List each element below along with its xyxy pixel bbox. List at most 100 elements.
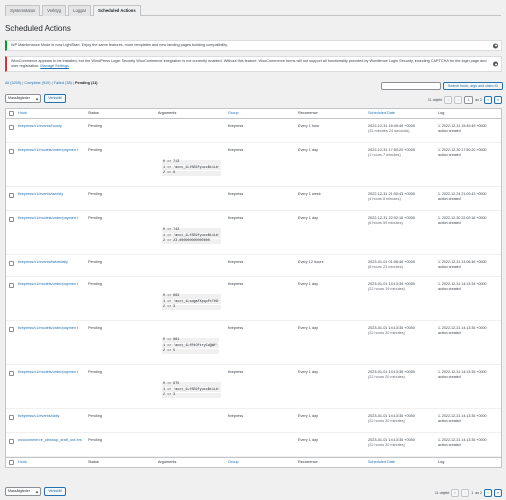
row-checkbox[interactable] — [9, 415, 14, 420]
row-checkbox[interactable] — [9, 439, 14, 444]
bulk-actions-label: Massåtgärder — [8, 489, 30, 493]
hook-link[interactable]: woocommerce_cleanup_draft_ord ers — [18, 438, 82, 443]
tab-verktyg[interactable]: Verktyg — [42, 5, 67, 16]
select-all-checkbox[interactable] — [9, 460, 14, 465]
last-page-button[interactable]: » — [494, 488, 502, 497]
log-date: 1. 2022-12-31 13:06:46 +0000 — [438, 260, 487, 264]
row-checkbox[interactable] — [9, 193, 14, 198]
group-text: fivepress — [228, 282, 244, 286]
scheduled-date: 2022-12-31 21:00:43 +0000 (4 hours 8 minu… — [368, 192, 415, 202]
search-button[interactable]: Search hook, args and claim ID — [443, 82, 503, 90]
recurrence-text: Every 1 day — [298, 326, 319, 330]
log-entry: 1. 2022-12-30 22:02:16 +0000 action creat… — [438, 216, 486, 225]
log-message: action created — [438, 330, 461, 335]
argument-value: 2 => 8 — [162, 171, 221, 176]
arguments-list: 0 => 861 1 => 'acct_1LfRtOFtryCdQWf' 2 => … — [162, 338, 219, 355]
select-all-checkbox[interactable] — [9, 111, 14, 116]
gear-icon[interactable] — [493, 61, 498, 67]
bulk-actions-select-bottom[interactable]: Massåtgärder — [5, 487, 41, 496]
nav-tabs: Systemstatus Verktyg Loggar Scheduled Ac… — [5, 5, 501, 16]
status-text: Pending — [88, 282, 102, 286]
log-date: 1. 2022-12-31 14:13:35 +0000 — [438, 438, 487, 442]
scheduled-date: 2023-01-01 01:06:46 +0000 (8 hours 23 min… — [368, 260, 415, 270]
last-page-button[interactable]: » — [494, 95, 502, 104]
notice-text: WP Maintenance Mode is now LightStart. E… — [11, 43, 228, 47]
recurrence-text: Every 1 day — [298, 216, 319, 220]
scheduled-date: 2022-12-31 17:50:20 +0000 (1 hours 7 minu… — [368, 148, 415, 158]
row-checkbox[interactable] — [9, 327, 14, 332]
argument-value: 2 => 5 — [162, 349, 219, 354]
scheduled-date: 2023-01-01 14:13:35 +0000 (22 hours 20 mi… — [368, 414, 415, 424]
hook-link[interactable]: fivepress/v1/models/order/paymen t — [18, 370, 82, 375]
hook-link[interactable]: fivepress/v1/models/order/paymen t — [18, 282, 82, 287]
actions-table: Hook Status Arguments Group Recurrence S… — [5, 108, 502, 468]
prev-page-button[interactable]: ‹ — [461, 488, 470, 497]
first-page-button[interactable]: « — [451, 488, 460, 497]
recurrence-text: Every 1 day — [298, 370, 319, 374]
group-text: fivepress — [228, 192, 244, 196]
argument-value: 0 => 861 — [162, 338, 219, 343]
log-message: action created — [438, 196, 461, 201]
hook-link[interactable]: fivepress/v1/models/order/paymen t — [18, 326, 82, 331]
group-text: fivepress — [228, 414, 244, 418]
row-checkbox[interactable] — [9, 371, 14, 376]
scheduled-relative: (6 hours 59 minutes) — [368, 221, 403, 225]
tab-scheduled-actions[interactable]: Scheduled Actions — [93, 5, 141, 16]
row-checkbox[interactable] — [9, 149, 14, 154]
table-row: fivepress/v1/events/hourly Pending fivepre… — [6, 119, 501, 143]
status-text: Pending — [88, 260, 102, 264]
column-hook[interactable]: Hook — [18, 111, 27, 116]
column-scheduled-date[interactable]: Scheduled Date — [368, 460, 395, 465]
gear-icon[interactable] — [493, 43, 498, 48]
column-hook[interactable]: Hook — [18, 460, 27, 465]
hook-link[interactable]: fivepress/v1/events/daily — [18, 414, 82, 419]
next-page-button[interactable]: › — [484, 95, 492, 104]
manage-settings-link[interactable]: Manage Settings — [40, 64, 69, 68]
hook-link[interactable]: fivepress/v1/events/hourly — [18, 124, 82, 129]
column-scheduled-date[interactable]: Scheduled Date — [368, 111, 395, 116]
table-row: fivepress/v1/events/weekly Pending fivepre… — [6, 187, 501, 211]
argument-value: 0 => 742 — [162, 228, 221, 233]
status-text: Pending — [88, 438, 102, 442]
log-message: action created — [438, 128, 461, 133]
column-recurrence: Recurrence — [298, 111, 318, 115]
bulk-actions-label: Massåtgärder — [8, 96, 30, 100]
bulk-actions-select[interactable]: Massåtgärder — [5, 94, 41, 103]
pagination-bottom: 11 objekt « ‹ 1 av 2 › » — [435, 488, 502, 497]
hook-link[interactable]: fivepress/v1/events/twicedaily — [18, 260, 82, 265]
search-input[interactable] — [381, 82, 441, 90]
hook-link[interactable]: fivepress/v1/models/order/paymen t — [18, 216, 82, 221]
log-date: 1. 2022-12-31 14:13:35 +0000 — [438, 370, 487, 374]
filter-all[interactable]: All (3209) — [5, 81, 21, 85]
filter-complete[interactable]: Complete (910) — [24, 81, 50, 85]
log-message: action created — [438, 442, 461, 447]
column-group[interactable]: Group — [228, 111, 239, 116]
scheduled-relative: (22 hours 19 minutes) — [368, 287, 405, 291]
row-checkbox[interactable] — [9, 283, 14, 288]
current-page-input[interactable]: 1 — [464, 95, 474, 104]
column-group[interactable]: Group — [228, 460, 239, 465]
column-log: Log — [438, 460, 445, 464]
table-row: fivepress/v1/models/order/paymen t Pendin… — [6, 365, 501, 409]
row-checkbox[interactable] — [9, 261, 14, 266]
log-entry: 1. 2022-12-24 21:00:43 +0000 action creat… — [438, 192, 486, 201]
first-page-button[interactable]: « — [444, 95, 453, 104]
row-checkbox[interactable] — [9, 217, 14, 222]
next-page-button[interactable]: › — [484, 488, 492, 497]
log-date: 1. 2022-12-31 15:49:49 +0000 — [438, 124, 487, 128]
row-checkbox[interactable] — [9, 125, 14, 130]
tab-systemstatus[interactable]: Systemstatus — [5, 5, 41, 16]
filter-pending[interactable]: Pending (11) — [75, 81, 98, 85]
apply-button[interactable]: Verkställ — [44, 94, 66, 103]
hook-link[interactable]: fivepress/v1/models/order/paymen t — [18, 148, 82, 153]
hook-link[interactable]: fivepress/v1/events/weekly — [18, 192, 82, 197]
scheduled-date-value: 2022-12-31 17:50:20 +0000 — [368, 148, 415, 152]
prev-page-button[interactable]: ‹ — [454, 95, 463, 104]
table-footer: Hook Status Arguments Group Recurrence S… — [6, 457, 501, 467]
group-text: fivepress — [228, 216, 244, 220]
tab-loggar[interactable]: Loggar — [68, 5, 92, 16]
group-text: fivepress — [228, 370, 244, 374]
filter-failed[interactable]: Failed (38) — [54, 81, 72, 85]
apply-button-bottom[interactable]: Verkställ — [44, 487, 66, 496]
column-log: Log — [438, 111, 445, 115]
